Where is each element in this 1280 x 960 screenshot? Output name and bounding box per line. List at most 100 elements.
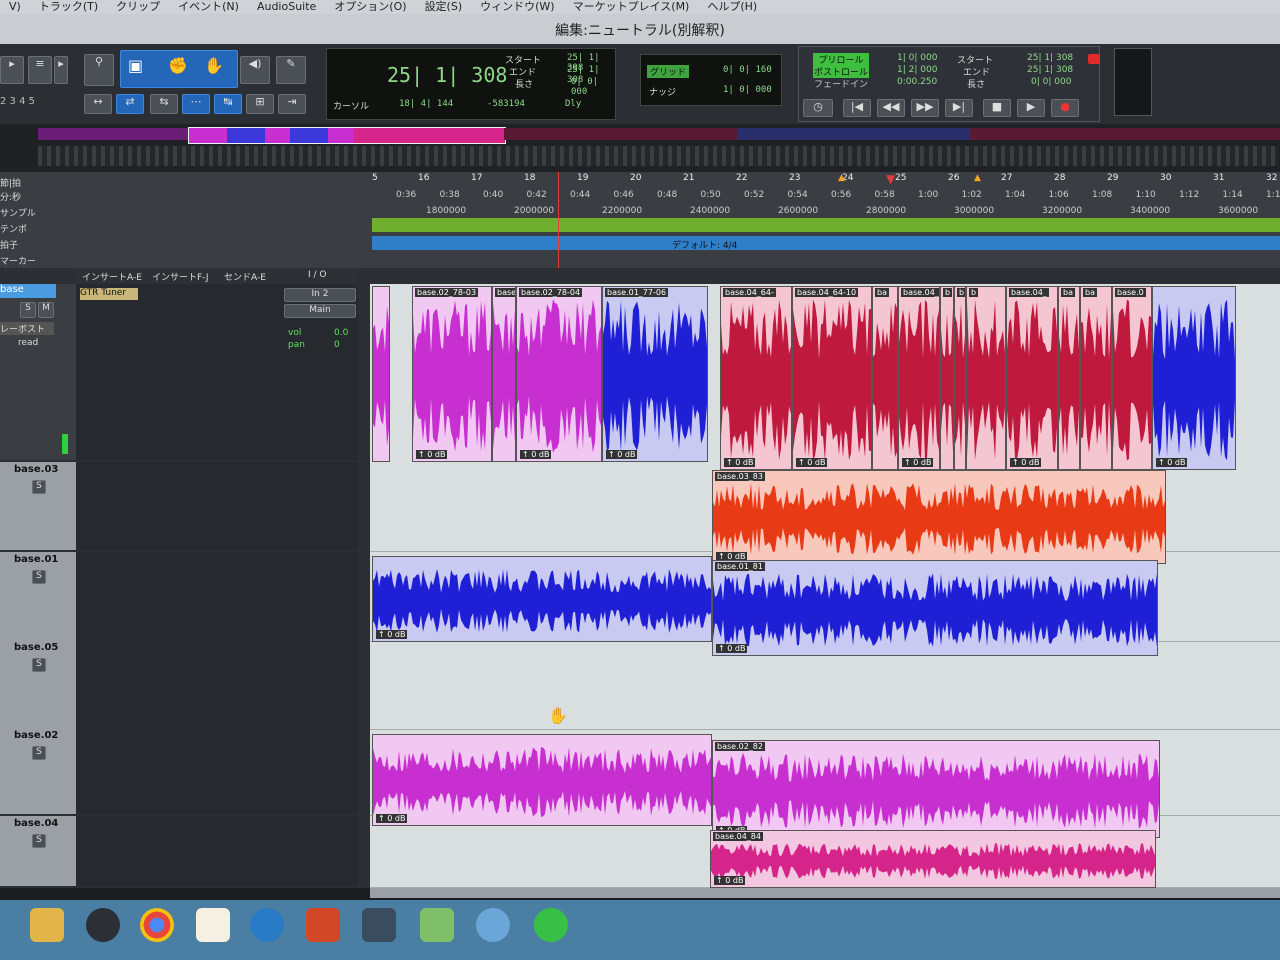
audio-region[interactable]: base.02_78-03 ↑ 0 dB — [412, 286, 492, 462]
zoom-in-button[interactable]: ▸ — [0, 56, 24, 84]
grabber-tool-icon[interactable]: ✋ — [204, 56, 224, 75]
record-button[interactable]: ● — [1051, 99, 1079, 117]
menu-item[interactable]: ウィンドウ(W) — [471, 0, 563, 14]
region-gain[interactable]: ↑ 0 dB — [520, 450, 552, 459]
playhead-marker-icon[interactable]: ▼ — [886, 172, 895, 186]
audio-region[interactable]: base.02_82↑ 0 dB — [712, 740, 1160, 838]
track-name[interactable]: base.01 — [14, 554, 58, 565]
menu-item[interactable]: オプション(O) — [325, 0, 415, 14]
audio-region[interactable]: ↑ 0 dB — [372, 556, 712, 642]
t-end-value[interactable]: 25| 1| 308 — [1027, 65, 1073, 75]
solo-button[interactable]: S — [32, 480, 46, 494]
insert-slot-1[interactable]: GTR Tuner — [80, 288, 138, 300]
zoom-out-button[interactable]: ≡ — [28, 56, 52, 84]
zoomer-tool-icon[interactable]: ⚲ — [84, 54, 114, 86]
output-selector[interactable]: Main — [284, 304, 356, 318]
pan-value[interactable]: 0 — [334, 340, 340, 350]
track-header[interactable]: base.03 S — [0, 462, 76, 550]
solo-button[interactable]: S — [32, 658, 46, 672]
track-name[interactable]: base.05 — [14, 642, 58, 653]
mute-button[interactable]: M — [38, 302, 54, 318]
menu-item[interactable]: イベント(N) — [169, 0, 248, 14]
grid-value[interactable]: 0| 0| 160 — [723, 65, 772, 75]
fadein-button[interactable]: フェードイン — [813, 77, 869, 90]
menu-item[interactable]: トラック(T) — [30, 0, 107, 14]
track-header-base[interactable]: base S M レーボスト read — [0, 284, 76, 460]
track-header[interactable]: base.01 S — [0, 552, 76, 640]
line-icon[interactable] — [534, 908, 568, 942]
track-name[interactable]: base.03 — [14, 464, 58, 475]
menu-item[interactable]: AudioSuite — [248, 0, 325, 14]
region-gain[interactable]: ↑ 0 dB — [376, 630, 408, 639]
editor-icon[interactable] — [362, 908, 396, 942]
zoom-arrow-icon[interactable]: ▸ — [54, 56, 68, 84]
play-button[interactable]: ▶ — [1017, 99, 1045, 117]
audio-region[interactable]: base.04_ ↑ 0 dB — [1006, 286, 1058, 470]
trim-tool-icon[interactable]: ▣ — [128, 56, 143, 75]
t-start-value[interactable]: 25| 1| 308 — [1027, 53, 1073, 63]
scrubber-tool-icon[interactable]: ◀) — [240, 56, 270, 84]
vol-value[interactable]: 0.0 — [334, 328, 348, 338]
overview-viewport[interactable] — [188, 127, 506, 144]
track-header[interactable]: base.05 S — [0, 640, 76, 728]
fast-forward-button[interactable]: ▶▶ — [911, 99, 939, 117]
menu-item[interactable]: V) — [0, 0, 30, 14]
audio-region[interactable]: b — [966, 286, 1006, 470]
audio-region[interactable]: base — [492, 286, 516, 462]
audio-region[interactable]: base.04_64-10 ↑ 0 dB — [792, 286, 872, 470]
track-view-selector[interactable]: レーボスト — [0, 322, 54, 335]
go-to-end-button[interactable]: ▶| — [945, 99, 973, 117]
input-selector[interactable]: In 2 — [284, 288, 356, 302]
mode-shuffle-button[interactable]: ↔ — [84, 94, 112, 114]
t-length-value[interactable]: 0| 0| 000 — [1031, 77, 1071, 87]
mode-spot-button[interactable]: ⇆ — [150, 94, 178, 114]
selector-tool-icon[interactable]: ✊ — [168, 56, 188, 75]
track-header[interactable]: base.04 S — [0, 816, 76, 886]
mode-grid-button[interactable]: ⋯ — [182, 94, 210, 114]
protools-icon[interactable] — [86, 908, 120, 942]
region-gain[interactable]: ↑ 0 dB — [714, 876, 746, 885]
marker-flag-icon[interactable]: ▲ — [974, 173, 981, 183]
solo-button[interactable]: S — [32, 746, 46, 760]
region-gain[interactable]: ↑ 0 dB — [606, 450, 638, 459]
main-counter[interactable]: 25| 1| 308 スタート エンド 長さ 25| 1| 308 25| 1|… — [326, 48, 616, 120]
nudge-value[interactable]: 1| 0| 000 — [723, 85, 772, 95]
sticky-notes-icon[interactable] — [196, 908, 230, 942]
solo-button[interactable]: S — [32, 570, 46, 584]
audio-region[interactable]: base.02_78-04 ↑ 0 dB — [516, 286, 602, 462]
menu-item[interactable]: クリップ — [107, 0, 169, 14]
mode-slip-button[interactable]: ⇄ — [116, 94, 144, 114]
region-gain[interactable]: ↑ 0 dB — [902, 458, 934, 467]
audio-region[interactable]: base.0 — [1112, 286, 1152, 470]
region-gain[interactable]: ↑ 0 dB — [716, 644, 748, 653]
region-gain[interactable]: ↑ 0 dB — [1010, 458, 1042, 467]
audio-region[interactable]: ↑ 0 dB — [1152, 286, 1236, 470]
region-gain[interactable]: ↑ 0 dB — [724, 458, 756, 467]
grid-label[interactable]: グリッド — [647, 65, 690, 78]
solo-button[interactable]: S — [20, 302, 36, 318]
return-to-zero-button[interactable]: |◀ — [843, 99, 871, 117]
solo-button[interactable]: S — [32, 834, 46, 848]
region-gain[interactable]: ↑ 0 dB — [1156, 458, 1188, 467]
track-header[interactable]: base.02 S — [0, 728, 76, 814]
audio-region[interactable]: base.04_ ↑ 0 dB — [898, 286, 940, 470]
rewind-button[interactable]: ◀◀ — [877, 99, 905, 117]
link-button[interactable]: ⊞ — [246, 94, 274, 114]
powerpoint-icon[interactable] — [306, 908, 340, 942]
menu-item[interactable]: 設定(S) — [416, 0, 472, 14]
audio-region[interactable] — [372, 286, 390, 462]
region-gain[interactable]: ↑ 0 dB — [416, 450, 448, 459]
preroll-value[interactable]: 1| 0| 000 — [897, 53, 937, 63]
talk-icon[interactable] — [476, 908, 510, 942]
audio-region[interactable]: ba — [1080, 286, 1112, 470]
stop-button[interactable]: ■ — [983, 99, 1011, 117]
fadein-value[interactable]: 0:00.250 — [897, 77, 937, 87]
automation-mode[interactable]: read — [18, 338, 38, 348]
track-name[interactable]: base.04 — [14, 818, 58, 829]
tab-to-transient-button[interactable]: ↹ — [214, 94, 242, 114]
audio-region[interactable]: base.04_64- ↑ 0 dB — [720, 286, 792, 470]
audio-region[interactable]: base.01_81 ↑ 0 dB — [712, 560, 1158, 656]
audio-region[interactable]: base.04_84 ↑ 0 dB — [710, 830, 1156, 888]
postroll-value[interactable]: 1| 2| 000 — [897, 65, 937, 75]
length-value[interactable]: 0| 0| 000 — [571, 77, 615, 97]
